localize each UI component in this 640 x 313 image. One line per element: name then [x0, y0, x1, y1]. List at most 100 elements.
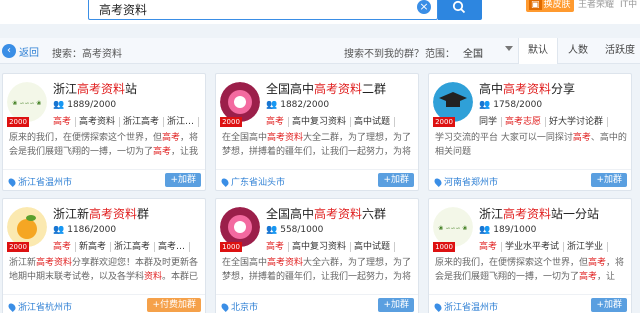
tag: 浙江… — [167, 117, 200, 127]
location-pin-icon — [220, 176, 230, 187]
tag: 高中复习资料 — [292, 117, 352, 127]
filter-bar: ‹ 返回 搜索：高考资料 搜索不到我的群？ 范围： 全国 默认 人数 活跃度 — [0, 38, 640, 64]
join-group-button[interactable]: +加群 — [591, 298, 627, 312]
join-group-button[interactable]: +加群 — [378, 173, 414, 187]
location: 河南省郑州市 — [433, 175, 499, 188]
location: 浙江省温州市 — [433, 300, 498, 313]
tag-list: 高考 新高考 浙江高考 高考… — [53, 239, 203, 252]
title-post: 分享 — [551, 82, 576, 96]
location-text: 浙江省杭州市 — [18, 303, 73, 313]
group-card[interactable]: ❀ ∽∽∽ ❀ 2000 浙江高考资料站 👥 1889/2000 高考 高考资料 浙江高考 浙江… — [2, 73, 206, 191]
group-card[interactable]: 2000 全国高中高考资料二群 👥 1882/2000 高考 高中复习资料 高中试题 在全国高… — [215, 73, 419, 191]
location-text: 河南省郑州市 — [444, 178, 499, 188]
member-count-value: 558/1000 — [280, 225, 324, 235]
group-title[interactable]: 全国高中高考资料六群 — [266, 205, 386, 222]
location-pin-icon — [433, 176, 443, 187]
tag: 高中试题 — [354, 242, 396, 252]
tag-list: 高考 高考资料 浙江高考 浙江… — [53, 114, 203, 127]
group-card[interactable]: 2000 浙江新高考资料群 👥 1186/2000 高考 新高考 浙江高考 高考… 浙江新高考资… — [2, 198, 206, 313]
title-pre: 浙江新 — [53, 207, 90, 221]
location: 浙江省杭州市 — [7, 300, 73, 313]
search-button[interactable] — [438, 0, 482, 20]
title-pre: 浙江 — [53, 82, 78, 96]
range-select[interactable]: 全国 — [463, 45, 483, 60]
group-card[interactable]: 1000 全国高中高考资料六群 👥 558/1000 高考 高中复习资料 高中试题 在全国高中… — [215, 198, 419, 313]
tag-list: 同学 高考志愿 好大学讨论群 — [479, 114, 629, 127]
desc-highlight: 高考资料 — [36, 258, 73, 268]
paid-join-button[interactable]: +付费加群 — [147, 298, 201, 312]
tag: 高考志愿 — [505, 117, 547, 127]
level-badge: 2000 — [7, 242, 29, 252]
group-card[interactable]: 2000 高中高考资料分享 👥 1758/2000 同学 高考志愿 好大学讨论群 学习交流的平… — [428, 73, 632, 191]
desc-highlight: 高考 — [588, 258, 607, 268]
group-title[interactable]: 高中高考资料分享 — [479, 80, 575, 97]
group-title[interactable]: 全国高中高考资料二群 — [266, 80, 386, 97]
avatar[interactable] — [433, 82, 473, 122]
tag: 高中试题 — [354, 117, 396, 127]
card-footer: 浙江省杭州市 +付费加群 — [3, 294, 205, 313]
group-title[interactable]: 浙江高考资料站一分站 — [479, 205, 599, 222]
sort-tab-members[interactable]: 人数 — [558, 38, 598, 64]
level-badge: 1000 — [220, 242, 242, 252]
cant-find-link[interactable]: 搜索不到我的群？ — [344, 45, 424, 60]
people-icon: 👥 — [266, 100, 278, 110]
avatar[interactable]: ❀ ∽∽∽ ❀ — [433, 207, 473, 247]
member-count-value: 1882/2000 — [280, 100, 330, 110]
tag: 浙江学业 — [567, 242, 609, 252]
desc-highlight: 高考 — [162, 133, 181, 143]
title-highlight: 高考资料 — [77, 82, 126, 96]
group-description: 浙江新高考资料分享群欢迎您！本群及时更新各地期中期末联考试卷，以及各学科资料。本… — [9, 256, 201, 284]
card-footer: 北京市 +加群 — [216, 294, 418, 313]
people-icon: 👥 — [53, 100, 65, 110]
tag: 高考 — [266, 117, 290, 127]
sort-tab-activity[interactable]: 活跃度 — [598, 38, 640, 64]
tag-list: 高考 学业水平考试 浙江学业 — [479, 239, 629, 252]
avatar[interactable] — [7, 207, 47, 247]
avatar[interactable] — [220, 207, 260, 247]
desc-highlight: 高考 — [572, 133, 591, 143]
desc-part: 原来的我们，在便愣探索这个世界，但 — [435, 258, 589, 268]
member-count: 👥 1882/2000 — [266, 100, 329, 110]
group-description: 原来的我们，在便愣探索这个世界，但高考，将会是我们展翅飞翔的一搏，一切为了高考，… — [435, 256, 627, 284]
desc-highlight: 高考资料 — [267, 258, 304, 268]
search-icon — [452, 0, 466, 14]
title-pre: 全国高中 — [266, 82, 315, 96]
desc-highlight: 高考资料 — [267, 133, 304, 143]
title-post: 站 — [125, 82, 138, 96]
people-icon: 👥 — [479, 225, 491, 235]
title-highlight: 高考资料 — [503, 207, 552, 221]
join-group-button[interactable]: +加群 — [165, 173, 201, 187]
chevron-down-icon[interactable] — [505, 46, 513, 51]
group-title[interactable]: 浙江新高考资料群 — [53, 205, 149, 222]
skin-label: 换皮肤 — [543, 0, 571, 10]
join-group-button[interactable]: +加群 — [378, 298, 414, 312]
search-input[interactable]: 高考资料 — [88, 0, 438, 20]
title-pre: 浙江 — [479, 207, 504, 221]
card-footer: 浙江省温州市 +加群 — [3, 169, 205, 190]
sort-tab-default[interactable]: 默认 — [518, 38, 558, 64]
location-text: 浙江省温州市 — [18, 178, 73, 188]
desc-part: 在全国高中 — [222, 133, 268, 143]
tag: 高考 — [53, 117, 77, 127]
member-count-value: 189/1000 — [493, 225, 537, 235]
tag: 浙江高考 — [123, 117, 165, 127]
title-post: 六群 — [362, 207, 387, 221]
join-group-button[interactable]: +加群 — [591, 173, 627, 187]
avatar[interactable] — [220, 82, 260, 122]
user-name[interactable]: 王者荣耀 — [578, 0, 614, 12]
title-pre: 全国高中 — [266, 207, 315, 221]
skin-button[interactable]: ▣ 换皮肤 — [526, 0, 574, 12]
location: 浙江省温州市 — [7, 175, 73, 188]
group-title[interactable]: 浙江高考资料站 — [53, 80, 137, 97]
title-highlight: 高考资料 — [503, 82, 552, 96]
avatar[interactable]: ❀ ∽∽∽ ❀ — [7, 82, 47, 122]
people-icon: 👥 — [266, 225, 278, 235]
back-button[interactable]: ‹ 返回 — [2, 43, 39, 59]
svg-text:❀ ∽∽∽ ❀: ❀ ∽∽∽ ❀ — [13, 100, 42, 107]
clear-search-button[interactable]: × — [417, 0, 431, 14]
tag-list: 高考 高中复习资料 高中试题 — [266, 239, 416, 252]
location-pin-icon — [433, 301, 443, 312]
title-post: 二群 — [362, 82, 387, 96]
tag: 新高考 — [79, 242, 112, 252]
group-card[interactable]: ❀ ∽∽∽ ❀ 1000 浙江高考资料站一分站 👥 189/1000 高考 学业水平考试 浙江… — [428, 198, 632, 313]
